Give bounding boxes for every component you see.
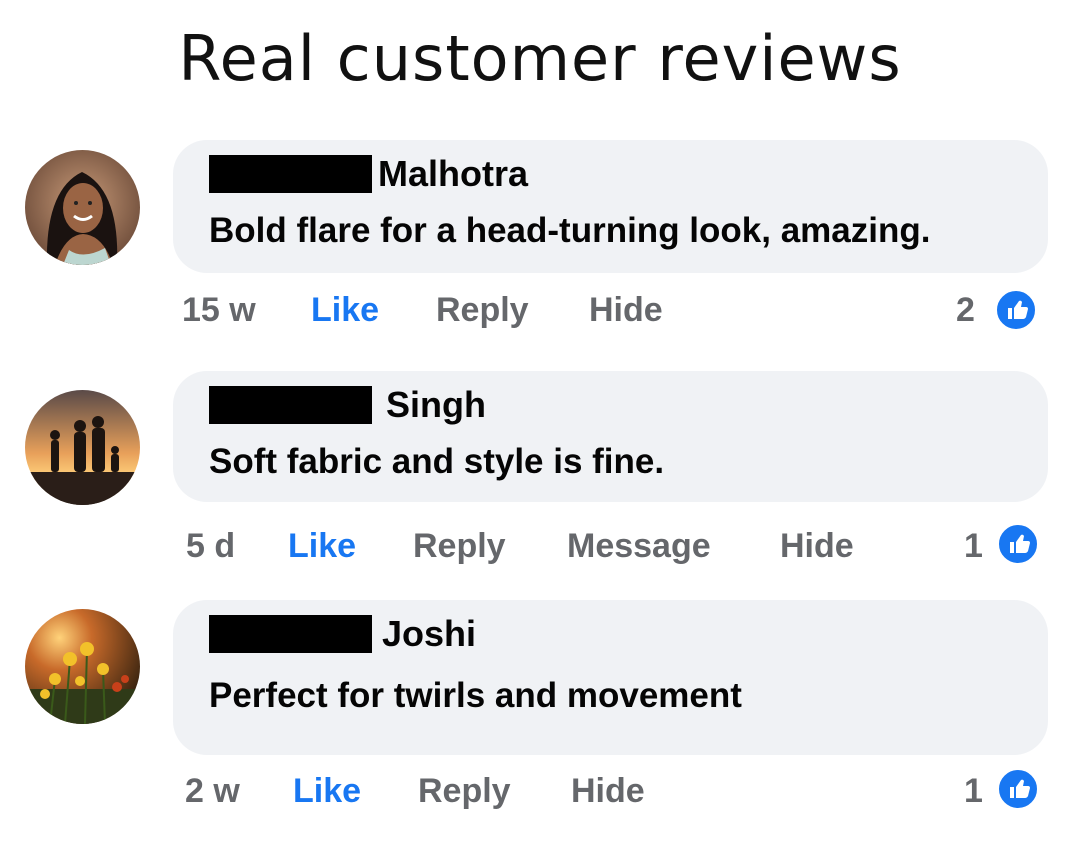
comment-bubble: Singh Soft fabric and style is fine. bbox=[173, 371, 1048, 502]
comment-text: Bold flare for a head-turning look, amaz… bbox=[209, 211, 931, 250]
comment-time[interactable]: 2 w bbox=[185, 771, 240, 811]
reaction-count[interactable]: 2 bbox=[956, 290, 975, 330]
comment-actions: 5 d Like Reply Message Hide bbox=[182, 526, 1042, 566]
commenter-name[interactable]: Singh bbox=[386, 384, 486, 426]
message-button[interactable]: Message bbox=[567, 526, 711, 566]
family-sunset-avatar-icon bbox=[25, 390, 140, 505]
comment-text: Perfect for twirls and movement bbox=[209, 676, 742, 715]
avatar[interactable] bbox=[25, 609, 140, 724]
commenter-name[interactable]: Malhotra bbox=[378, 153, 528, 195]
avatar[interactable] bbox=[25, 390, 140, 505]
comment-bubble: Malhotra Bold flare for a head-turning l… bbox=[173, 140, 1048, 273]
thumbs-up-icon[interactable] bbox=[994, 288, 1038, 332]
like-button[interactable]: Like bbox=[293, 771, 361, 811]
comment-bubble: Joshi Perfect for twirls and movement bbox=[173, 600, 1048, 755]
comment-text: Soft fabric and style is fine. bbox=[209, 442, 665, 481]
flowers-sunset-avatar-icon bbox=[25, 609, 140, 724]
reply-button[interactable]: Reply bbox=[436, 290, 529, 330]
like-button[interactable]: Like bbox=[311, 290, 379, 330]
avatar[interactable] bbox=[25, 150, 140, 265]
redacted-name bbox=[209, 155, 372, 193]
redacted-name bbox=[209, 615, 372, 653]
hide-button[interactable]: Hide bbox=[589, 290, 663, 330]
page-title: Real customer reviews bbox=[178, 22, 902, 95]
commenter-name[interactable]: Joshi bbox=[382, 613, 476, 655]
reaction-count[interactable]: 1 bbox=[964, 771, 983, 811]
comment-time[interactable]: 5 d bbox=[186, 526, 235, 566]
comment-actions: 2 w Like Reply Hide bbox=[182, 771, 1042, 811]
redacted-name bbox=[209, 386, 372, 424]
hide-button[interactable]: Hide bbox=[571, 771, 645, 811]
reaction-count[interactable]: 1 bbox=[964, 526, 983, 566]
like-button[interactable]: Like bbox=[288, 526, 356, 566]
hide-button[interactable]: Hide bbox=[780, 526, 854, 566]
reply-button[interactable]: Reply bbox=[413, 526, 506, 566]
thumbs-up-icon[interactable] bbox=[996, 522, 1040, 566]
woman-portrait-avatar-icon bbox=[25, 150, 140, 265]
thumbs-up-icon[interactable] bbox=[996, 767, 1040, 811]
comment-actions: 15 w Like Reply Hide bbox=[182, 290, 1042, 330]
reply-button[interactable]: Reply bbox=[418, 771, 511, 811]
comment-time[interactable]: 15 w bbox=[182, 290, 256, 330]
